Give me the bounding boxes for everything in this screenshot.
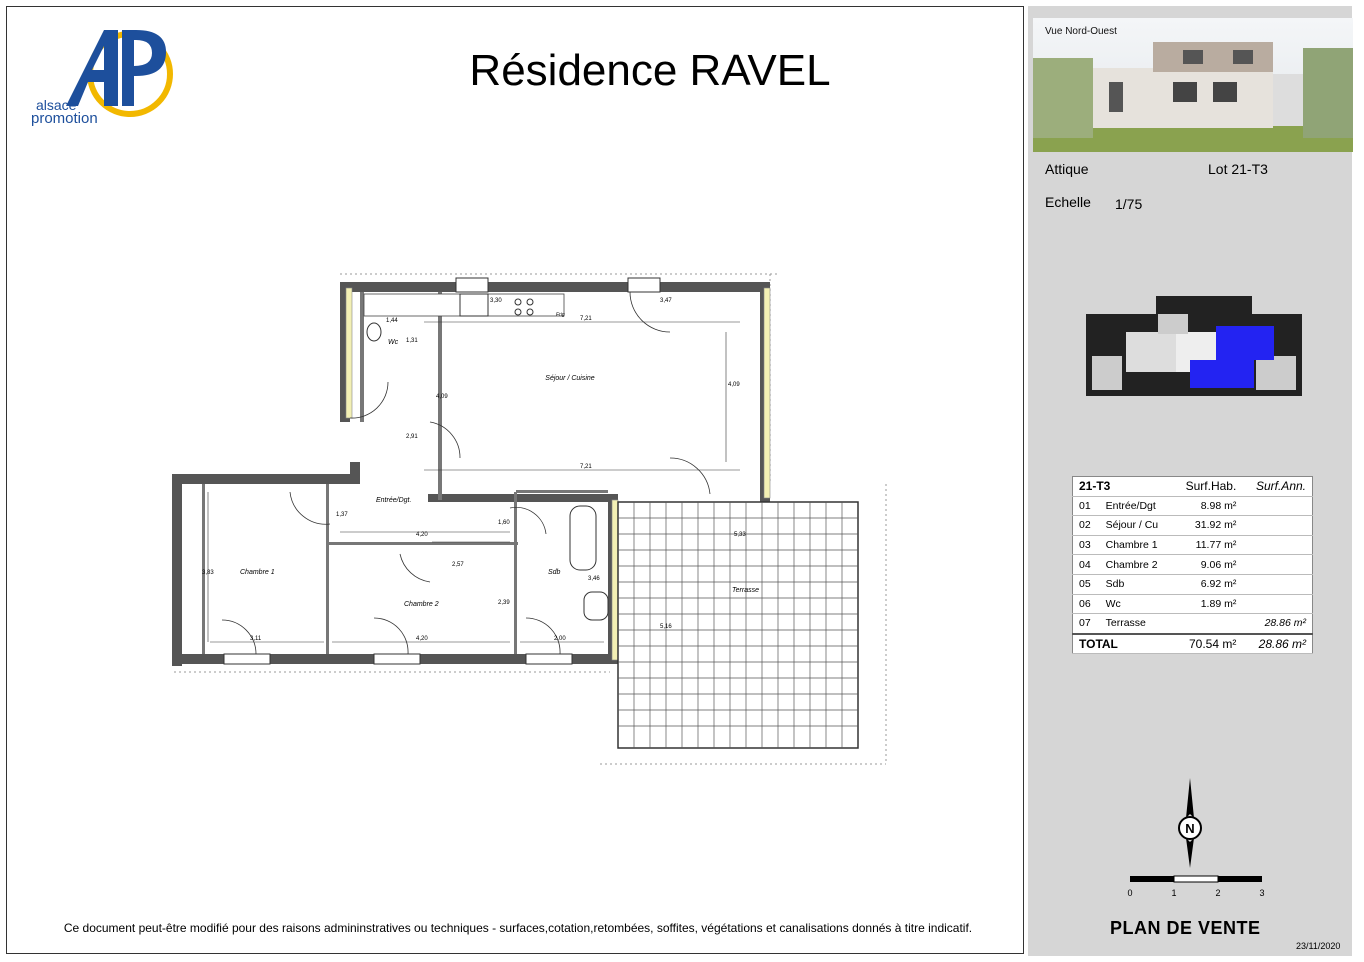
- dim-label: 7,21: [580, 316, 592, 322]
- row-room: Séjour / Cu: [1099, 515, 1172, 536]
- room-terrasse: Terrasse: [732, 587, 759, 594]
- row-num: 07: [1072, 613, 1100, 635]
- dim-label: 3,11: [250, 636, 262, 642]
- lot-label: Lot 21-T3: [1208, 161, 1268, 177]
- level-label: Attique: [1045, 161, 1089, 177]
- table-row: 02 Séjour / Cu 31.92 m²: [1072, 515, 1313, 536]
- row-room: Chambre 2: [1099, 554, 1172, 575]
- total-row: TOTAL 70.54 m² 28.86 m²: [1072, 632, 1313, 655]
- row-room: Terrasse: [1099, 613, 1172, 635]
- header-hab: Surf.Hab.: [1172, 476, 1243, 497]
- dim-label: 2,91: [406, 434, 418, 440]
- room-wc: Wc: [388, 339, 399, 346]
- dim-label: 4,20: [416, 532, 428, 538]
- table-row: 04 Chambre 2 9.06 m²: [1072, 554, 1313, 575]
- row-num: 04: [1072, 554, 1100, 575]
- north-label: N: [1185, 821, 1194, 836]
- row-num: 06: [1072, 594, 1100, 615]
- room-sdb: Sdb: [548, 569, 561, 576]
- dim-label: 3,47: [660, 298, 672, 304]
- header-ann: Surf.Ann.: [1242, 476, 1313, 497]
- row-num: 05: [1072, 574, 1100, 595]
- scale-tick: 1: [1171, 888, 1176, 898]
- row-ann: [1242, 496, 1313, 517]
- scale-tick: 0: [1127, 888, 1132, 898]
- row-hab: 31.92 m²: [1172, 515, 1243, 536]
- row-room: Sdb: [1099, 574, 1172, 595]
- row-ann: [1242, 535, 1313, 556]
- dim-label: 1,60: [498, 520, 510, 526]
- row-hab: 11.77 m²: [1172, 535, 1243, 556]
- dim-label: 3,30: [490, 298, 502, 304]
- scale-tick: 2: [1215, 888, 1220, 898]
- dim-label: 1,31: [406, 338, 418, 344]
- row-hab: 1.89 m²: [1172, 594, 1243, 615]
- dim-label: 2,00: [554, 636, 566, 642]
- room-sejour: Séjour / Cuisine: [545, 375, 595, 382]
- total-ann: 28.86 m²: [1242, 632, 1313, 655]
- dim-label: 5,33: [734, 532, 746, 538]
- table-row: 03 Chambre 1 11.77 m²: [1072, 535, 1313, 556]
- row-hab: 6.92 m²: [1172, 574, 1243, 595]
- dim-label: 2,39: [498, 600, 510, 606]
- lot-name: 21-T3: [1072, 476, 1172, 497]
- scale-bar: 0 1 2 3: [1127, 875, 1265, 898]
- scale-value: 1/75: [1115, 196, 1143, 212]
- dim-label: 3,46: [588, 576, 600, 582]
- document-date: 23/11/2020: [1296, 941, 1341, 951]
- row-room: Wc: [1099, 594, 1172, 615]
- photo-label: Vue Nord-Ouest: [1045, 26, 1117, 37]
- table-row: 01 Entrée/Dgt 8.98 m²: [1072, 496, 1313, 517]
- total-hab: 70.54 m²: [1172, 632, 1243, 655]
- surface-table-header: 21-T3 Surf.Hab. Surf.Ann.: [1072, 476, 1313, 497]
- total-label: TOTAL: [1072, 632, 1172, 655]
- row-ann: [1242, 554, 1313, 575]
- dim-label: 4,09: [728, 382, 740, 388]
- surface-table: 21-T3 Surf.Hab. Surf.Ann. 01 Entrée/Dgt 8.…: [1072, 476, 1313, 655]
- dim-label: 2,57: [452, 562, 464, 568]
- plan-type: PLAN DE VENTE: [1110, 918, 1261, 938]
- room-entree: Entrée/Dgt.: [376, 497, 411, 504]
- row-ann: [1242, 574, 1313, 595]
- table-row: 07 Terrasse 28.86 m²: [1072, 613, 1313, 635]
- table-row: 06 Wc 1.89 m²: [1072, 594, 1313, 615]
- building-photo: [1033, 18, 1353, 152]
- row-ann: [1242, 594, 1313, 615]
- row-room: Entrée/Dgt: [1099, 496, 1172, 517]
- dim-label: 4,09: [436, 394, 448, 400]
- dim-label: 5,16: [660, 624, 672, 630]
- scale-tick: 3: [1259, 888, 1264, 898]
- dim-label: 1,37: [336, 512, 348, 518]
- logo-text-promotion: promotion: [31, 110, 98, 127]
- row-hab: 9.06 m²: [1172, 554, 1243, 575]
- dim-label: 1,44: [386, 318, 398, 324]
- row-num: 02: [1072, 515, 1100, 536]
- floor-locator-plan: [1086, 296, 1302, 396]
- room-frigo: Frig: [556, 312, 565, 318]
- dim-label: 7,21: [580, 464, 592, 470]
- row-hab: [1172, 613, 1243, 635]
- disclaimer-note: Ce document peut-être modifié pour des r…: [63, 921, 973, 935]
- row-num: 03: [1072, 535, 1100, 556]
- dim-label: 4,20: [416, 636, 428, 642]
- row-hab: 8.98 m²: [1172, 496, 1243, 517]
- row-num: 01: [1072, 496, 1100, 517]
- scale-label: Echelle: [1045, 194, 1091, 210]
- table-row: 05 Sdb 6.92 m²: [1072, 574, 1313, 595]
- room-chambre1: Chambre 1: [240, 569, 275, 576]
- north-arrow-icon: N: [1178, 778, 1202, 868]
- dim-label: 3,83: [202, 570, 214, 576]
- floor-plan: Séjour / Cuisine Wc Entrée/Dgt. Chambre …: [172, 273, 887, 765]
- row-ann: 28.86 m²: [1242, 613, 1313, 635]
- row-room: Chambre 1: [1099, 535, 1172, 556]
- room-chambre2: Chambre 2: [404, 601, 439, 608]
- row-ann: [1242, 515, 1313, 536]
